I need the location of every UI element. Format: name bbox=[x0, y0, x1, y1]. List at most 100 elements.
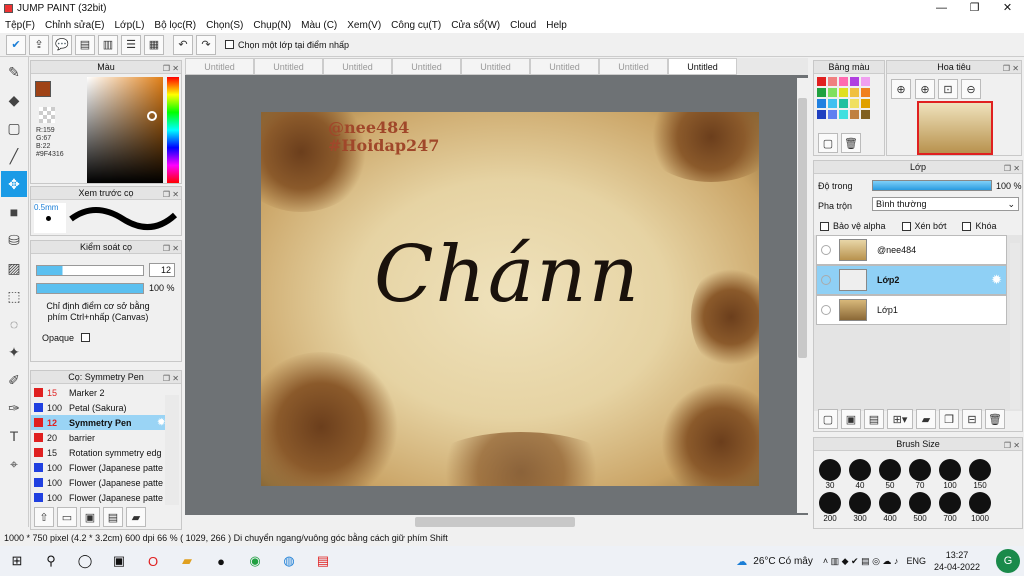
saturation-field[interactable] bbox=[87, 77, 163, 183]
visibility-icon[interactable] bbox=[821, 305, 831, 315]
brush-size-option[interactable]: 30 bbox=[815, 459, 845, 490]
brush-item[interactable]: 100 Flower (Japanese patte bbox=[31, 460, 165, 475]
comment-icon[interactable]: 💬 bbox=[52, 34, 72, 55]
layer-folder-icon[interactable]: ▰ bbox=[916, 409, 936, 429]
brush-item[interactable]: 15 Marker 2 bbox=[31, 385, 165, 400]
tray-icons[interactable]: ˄ ▥ ◆ ✔ ▤ ◎ ☁ ♪ bbox=[823, 556, 899, 567]
export-icon[interactable]: ⇪ bbox=[29, 34, 49, 55]
minimize-button[interactable]: — bbox=[925, 0, 958, 17]
menu-file[interactable]: Tệp(F) bbox=[0, 20, 40, 31]
canvas-vertical-scrollbar[interactable] bbox=[797, 78, 808, 513]
settings-gear-icon[interactable]: ✹ bbox=[991, 272, 1002, 288]
document-icon[interactable]: ▥ bbox=[98, 34, 118, 55]
select-pen-icon[interactable]: ✐ bbox=[1, 367, 27, 393]
zoom-in-icon[interactable]: ⊕ bbox=[891, 79, 911, 99]
foreground-color[interactable] bbox=[35, 81, 51, 97]
color-picker-cursor[interactable] bbox=[147, 111, 157, 121]
windows-start-icon[interactable]: ⊞ bbox=[3, 549, 31, 573]
panel-close-icon[interactable]: ❐ ✕ bbox=[1004, 439, 1020, 452]
tab-untitled[interactable]: Untitled bbox=[599, 58, 668, 75]
brush-size-option[interactable]: 40 bbox=[845, 459, 875, 490]
menu-layer[interactable]: Lớp(L) bbox=[110, 20, 150, 31]
panel-close-icon[interactable]: ❐ ✕ bbox=[163, 372, 179, 385]
layer-opacity-slider[interactable] bbox=[872, 180, 992, 191]
close-button[interactable]: ✕ bbox=[991, 0, 1024, 17]
visibility-icon[interactable] bbox=[821, 275, 831, 285]
select-layer-checkbox[interactable] bbox=[225, 40, 234, 49]
tab-untitled[interactable]: Untitled bbox=[392, 58, 461, 75]
palette-swatches[interactable] bbox=[817, 77, 881, 119]
rect-select-icon[interactable]: ⬚ bbox=[1, 283, 27, 309]
opera-icon[interactable]: O bbox=[139, 549, 167, 573]
weather-text[interactable]: 26°C Có mây bbox=[753, 556, 813, 567]
artwork-canvas[interactable]: @nee484 #Hoidap247 Chánn bbox=[261, 112, 759, 486]
layer-scrollbar[interactable] bbox=[1010, 243, 1020, 409]
brush-size-option[interactable]: 500 bbox=[905, 492, 935, 523]
task-view-icon[interactable]: ◯ bbox=[71, 549, 99, 573]
brush-size-option[interactable]: 1000 bbox=[965, 492, 995, 523]
panel-close-icon[interactable]: ❐ ✕ bbox=[163, 242, 179, 255]
brush-size-option[interactable]: 150 bbox=[965, 459, 995, 490]
tab-untitled[interactable]: Untitled bbox=[323, 58, 392, 75]
brush-size-option[interactable]: 700 bbox=[935, 492, 965, 523]
tab-untitled-active[interactable]: Untitled bbox=[668, 58, 737, 75]
layer-merge-icon[interactable]: ⊟ bbox=[962, 409, 982, 429]
menu-edit[interactable]: Chỉnh sửa(E) bbox=[40, 20, 110, 31]
grid-settings-icon[interactable]: ▦ bbox=[144, 34, 164, 55]
clock[interactable]: 13:27 24-04-2022 bbox=[934, 549, 980, 573]
maximize-button[interactable]: ❐ bbox=[958, 0, 991, 17]
menu-color[interactable]: Màu (C) bbox=[296, 20, 342, 31]
menu-filter[interactable]: Bộ lọc(R) bbox=[149, 20, 201, 31]
gradient-tool-icon[interactable]: ▨ bbox=[1, 255, 27, 281]
menu-capture[interactable]: Chụp(N) bbox=[248, 20, 296, 31]
menu-tools[interactable]: Công cụ(T) bbox=[386, 20, 446, 31]
layer-row-selected[interactable]: Lớp2 ✹ bbox=[816, 265, 1007, 295]
bucket-tool-icon[interactable]: ⛁ bbox=[1, 227, 27, 253]
menu-select[interactable]: Chọn(S) bbox=[201, 20, 248, 31]
widgets-icon[interactable]: ▣ bbox=[105, 549, 133, 573]
brush-folder-icon[interactable]: ▰ bbox=[126, 507, 146, 527]
magic-wand-icon[interactable]: ✦ bbox=[1, 339, 27, 365]
language-indicator[interactable]: ENG bbox=[906, 556, 926, 566]
search-icon[interactable]: ⚲ bbox=[37, 549, 65, 573]
app-icon[interactable]: ◉ bbox=[241, 549, 269, 573]
layer-template-icon[interactable]: ▣ bbox=[841, 409, 861, 429]
brush-settings-icon[interactable]: ▤ bbox=[103, 507, 123, 527]
brush-item[interactable]: 100 Flower (Japanese patte bbox=[31, 490, 165, 505]
avatar[interactable]: G bbox=[996, 549, 1020, 573]
brush-size-option[interactable]: 100 bbox=[935, 459, 965, 490]
brush-size-option[interactable]: 400 bbox=[875, 492, 905, 523]
brush-item[interactable]: 100 Petal (Sakura) bbox=[31, 400, 165, 415]
layer-row[interactable]: @nee484 bbox=[816, 235, 1007, 265]
panel-close-icon[interactable]: ❐ ✕ bbox=[163, 188, 179, 201]
settings-gear-icon[interactable]: ✹ bbox=[157, 417, 165, 428]
blend-mode-select[interactable]: Bình thường ⌄ bbox=[872, 197, 1019, 211]
check-icon[interactable]: ✔ bbox=[6, 34, 26, 55]
brush-item-selected[interactable]: 12 Symmetry Pen ✹ bbox=[31, 415, 165, 430]
size-input[interactable]: 12 bbox=[149, 263, 175, 277]
protect-alpha-checkbox[interactable] bbox=[820, 221, 829, 231]
panel-close-icon[interactable]: ❐ ✕ bbox=[163, 62, 179, 75]
new-layer-icon[interactable]: ▢ bbox=[818, 409, 838, 429]
panel-close-icon[interactable]: ❐ ✕ bbox=[1003, 62, 1019, 75]
opacity-slider[interactable] bbox=[36, 283, 144, 294]
eraser-tool-icon[interactable]: ◆ bbox=[1, 87, 27, 113]
redo-icon[interactable]: ↷ bbox=[196, 34, 216, 55]
clip-checkbox[interactable] bbox=[901, 221, 911, 231]
brush-item[interactable]: 20 barrier bbox=[31, 430, 165, 445]
brush-size-option[interactable]: 300 bbox=[845, 492, 875, 523]
layer-add-menu-icon[interactable]: ⊞▾ bbox=[887, 409, 913, 429]
visibility-icon[interactable] bbox=[821, 245, 831, 255]
line-tool-icon[interactable]: ╱ bbox=[1, 143, 27, 169]
palette-delete-icon[interactable]: 🗑 bbox=[841, 133, 861, 153]
layer-delete-icon[interactable]: 🗑 bbox=[985, 409, 1005, 429]
layer-file-icon[interactable]: ▤ bbox=[864, 409, 884, 429]
zoom-in-icon[interactable]: ⊕ bbox=[915, 79, 935, 99]
panel-close-icon[interactable]: ❐ ✕ bbox=[1004, 162, 1020, 175]
message-icon[interactable]: ▤ bbox=[75, 34, 95, 55]
brush-size-option[interactable]: 70 bbox=[905, 459, 935, 490]
brush-list-scrollbar[interactable] bbox=[165, 395, 179, 505]
menu-view[interactable]: Xem(V) bbox=[342, 20, 386, 31]
brush-copy-icon[interactable]: ▣ bbox=[80, 507, 100, 527]
menu-cloud[interactable]: Cloud bbox=[505, 20, 541, 31]
